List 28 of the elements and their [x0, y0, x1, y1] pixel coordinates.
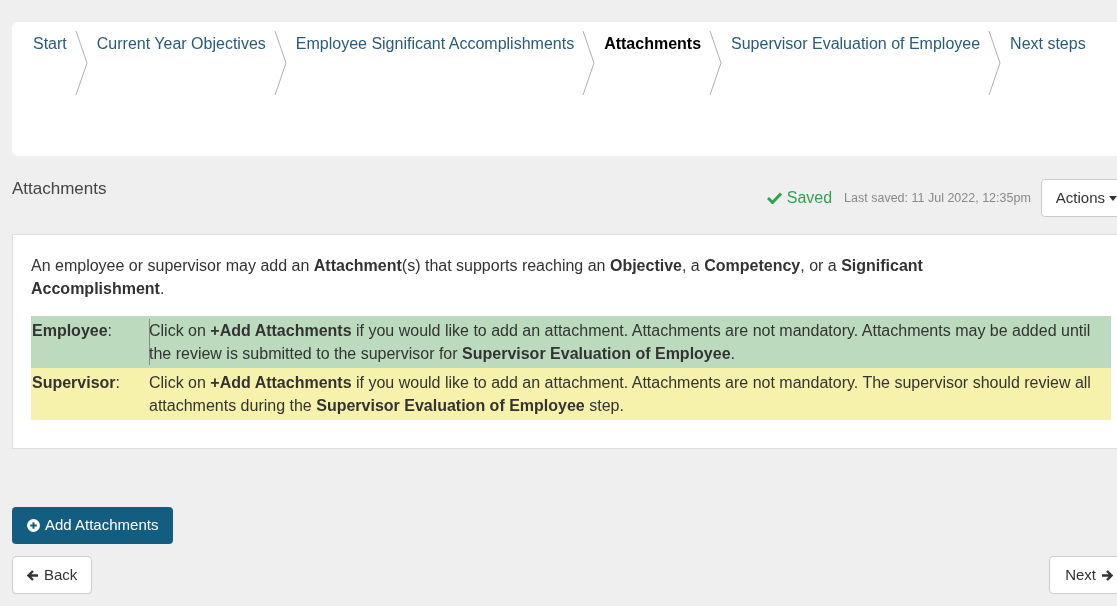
role-label: Employee: — [32, 322, 113, 339]
last-saved-time: Last saved: 11 Jul 2022, 12:35pm — [844, 189, 1031, 207]
chevron-separator-icon — [273, 30, 288, 96]
step-link[interactable]: Supervisor Evaluation of Employee — [731, 30, 981, 56]
role-instructions: Click on +Add Attachments if you would like to add an attachment. Attachments are not mandatory. Attachments may be added until the review is submitted to the supervisor for Supervisor Evaluation of Employee. — [149, 321, 1092, 364]
chevron-separator-icon — [582, 30, 597, 96]
role-label: Supervisor: — [32, 374, 121, 391]
save-status: Saved — [786, 188, 833, 208]
plus-circle-icon — [27, 519, 40, 532]
add-attachments-button[interactable]: Add Attachments — [12, 507, 174, 544]
step-link[interactable]: Next steps — [1010, 30, 1086, 56]
role-instructions: Click on +Add Attachments if you would like to add an attachment. Attachments are not mandatory. The supervisor should review all attachments during the Supervisor Evaluation of Employee step. — [149, 373, 1092, 416]
chevron-separator-icon — [709, 30, 724, 96]
arrow-right-icon — [1101, 569, 1113, 581]
step-link[interactable]: Attachments — [604, 30, 702, 56]
arrow-left-icon — [27, 569, 39, 581]
back-button[interactable]: Back — [12, 556, 93, 594]
caret-down-icon — [1109, 195, 1117, 201]
chevron-separator-icon — [74, 30, 89, 96]
next-button[interactable]: Next — [1049, 556, 1117, 594]
section-title: Attachments — [12, 178, 107, 200]
chevron-separator-icon — [988, 30, 1003, 96]
check-icon — [766, 192, 782, 204]
step-link[interactable]: Start — [33, 30, 67, 56]
step-link[interactable]: Employee Significant Accomplishments — [295, 30, 575, 56]
intro-paragraph: An employee or supervisor may add an Attachment(s) that supports reaching an Objective, a Competency, or a Significant Accomplishment. — [31, 256, 924, 299]
step-link[interactable]: Current Year Objectives — [96, 30, 266, 56]
actions-button[interactable]: Actions — [1040, 179, 1117, 217]
